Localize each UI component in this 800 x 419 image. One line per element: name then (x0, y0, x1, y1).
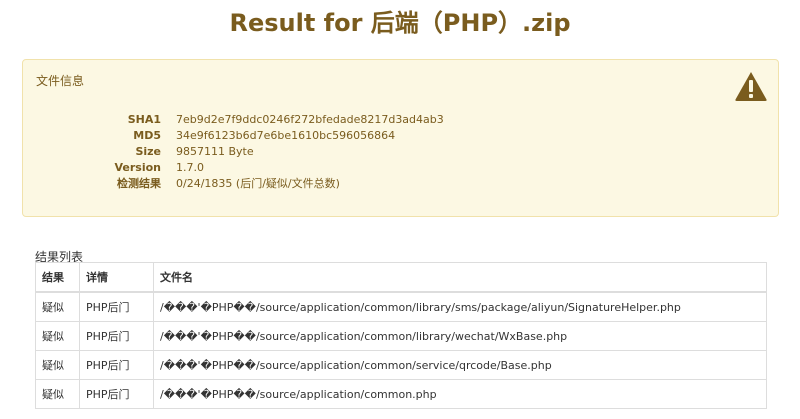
page-title: Result for 后端（PHP）.zip (229, 9, 571, 37)
info-label: 检测结果 (117, 177, 161, 190)
detail-cell: PHP后门 (79, 291, 154, 322)
filename-cell: /���'�PHP��/source/application/common/li… (153, 321, 767, 351)
info-value: 1.7.0 (176, 161, 204, 174)
detail-cell: PHP后门 (79, 379, 154, 409)
info-value: 0/24/1835 (后门/疑似/文件总数) (176, 177, 340, 190)
column-header-detail: 详情 (79, 262, 154, 293)
detail-cell: PHP后门 (79, 350, 154, 380)
result-cell: 疑似 (35, 379, 80, 409)
result-cell: 疑似 (35, 321, 80, 351)
result-cell: 疑似 (35, 350, 80, 380)
results-table: 结果 详情 文件名 疑似 PHP后门 /���'�PHP��/source/ap… (35, 262, 767, 409)
table-row: 疑似 PHP后门 /���'�PHP��/source/application/… (35, 291, 767, 322)
info-label: SHA1 (127, 113, 161, 126)
info-label: Size (135, 145, 161, 158)
column-header-result: 结果 (35, 262, 80, 293)
file-info-panel: 文件信息 SHA1 7eb9d2e7f9ddc0246f272bfedade82… (22, 59, 779, 217)
detail-cell: PHP后门 (79, 321, 154, 351)
filename-cell: /���'�PHP��/source/application/common.ph… (153, 379, 767, 409)
table-header-row: 结果 详情 文件名 (35, 262, 767, 293)
info-value: 7eb9d2e7f9ddc0246f272bfedade8217d3ad4ab3 (176, 113, 444, 126)
info-label: Version (114, 161, 161, 174)
table-row: 疑似 PHP后门 /���'�PHP��/source/application/… (35, 321, 767, 351)
info-label: MD5 (133, 129, 161, 142)
table-row: 疑似 PHP后门 /���'�PHP��/source/application/… (35, 379, 767, 409)
info-value: 9857111 Byte (176, 145, 254, 158)
column-header-filename: 文件名 (153, 262, 767, 293)
filename-cell: /���'�PHP��/source/application/common/se… (153, 350, 767, 380)
panel-heading: 文件信息 (36, 74, 85, 88)
filename-cell: /���'�PHP��/source/application/common/li… (153, 291, 767, 322)
info-value: 34e9f6123b6d7e6be1610bc596056864 (176, 129, 396, 142)
table-row: 疑似 PHP后门 /���'�PHP��/source/application/… (35, 350, 767, 380)
warning-icon (735, 72, 767, 101)
result-cell: 疑似 (35, 291, 80, 322)
